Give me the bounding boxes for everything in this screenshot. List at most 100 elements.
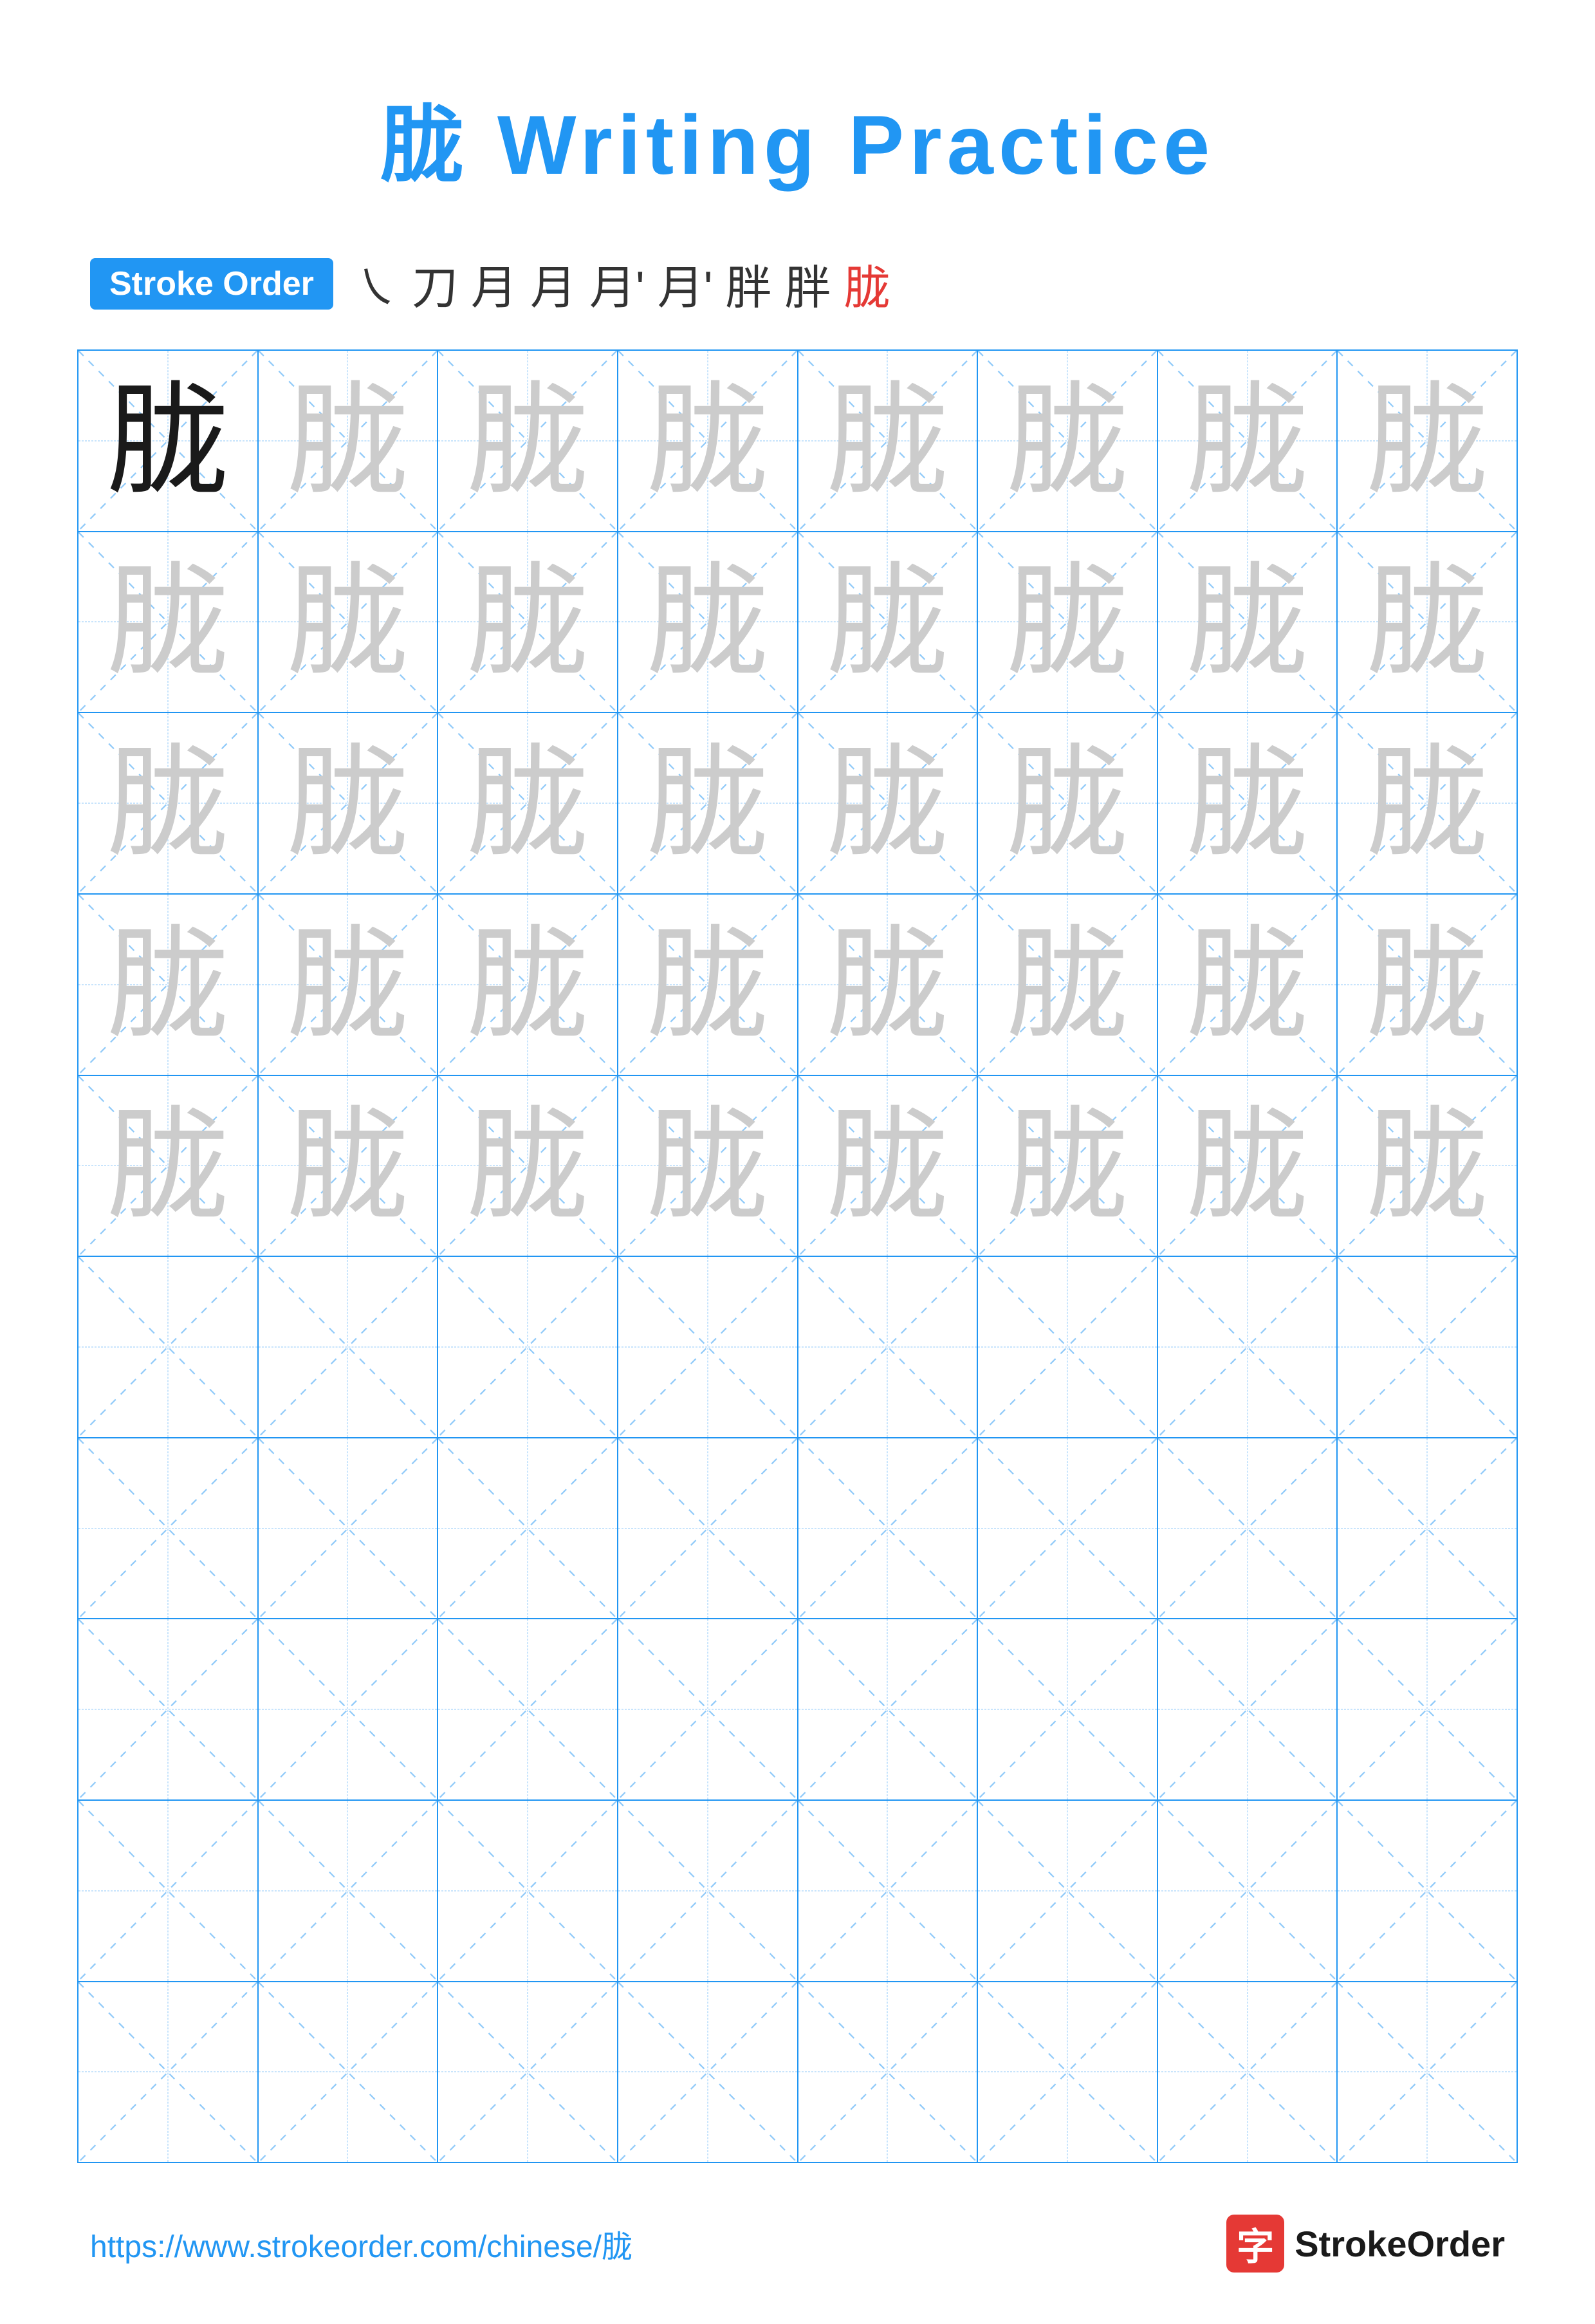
grid-cell-3-3[interactable]: 胧 xyxy=(618,895,798,1075)
grid-cell-0-1[interactable]: 胧 xyxy=(259,351,439,531)
grid-cell-2-3[interactable]: 胧 xyxy=(618,713,798,893)
grid-cell-6-4[interactable] xyxy=(798,1438,979,1619)
grid-cell-1-6[interactable]: 胧 xyxy=(1158,532,1338,712)
grid-cell-3-6[interactable]: 胧 xyxy=(1158,895,1338,1075)
grid-cell-6-1[interactable] xyxy=(259,1438,439,1619)
grid-row-7 xyxy=(78,1619,1517,1801)
grid-cell-4-2[interactable]: 胧 xyxy=(438,1076,618,1256)
grid-cell-9-4[interactable] xyxy=(798,1982,979,2162)
grid-cell-1-2[interactable]: 胧 xyxy=(438,532,618,712)
grid-row-0: 胧 胧 胧 胧 胧 胧 胧 胧 xyxy=(78,351,1517,532)
char-4-3: 胧 xyxy=(647,1104,769,1227)
page: 胧 Writing Practice Stroke Order ㇏刀月月月'月'… xyxy=(0,0,1595,2324)
char-1-5: 胧 xyxy=(1006,561,1129,683)
grid-cell-7-4[interactable] xyxy=(798,1619,979,1799)
grid-cell-5-7[interactable] xyxy=(1338,1257,1517,1437)
grid-cell-8-0[interactable] xyxy=(78,1801,259,1981)
grid-cell-9-6[interactable] xyxy=(1158,1982,1338,2162)
grid-cell-0-7[interactable]: 胧 xyxy=(1338,351,1517,531)
grid-cell-5-5[interactable] xyxy=(978,1257,1158,1437)
grid-cell-1-0[interactable]: 胧 xyxy=(78,532,259,712)
grid-cell-2-2[interactable]: 胧 xyxy=(438,713,618,893)
grid-cell-8-1[interactable] xyxy=(259,1801,439,1981)
grid-cell-7-5[interactable] xyxy=(978,1619,1158,1799)
grid-cell-9-7[interactable] xyxy=(1338,1982,1517,2162)
char-2-1: 胧 xyxy=(286,742,409,864)
grid-cell-8-5[interactable] xyxy=(978,1801,1158,1981)
grid-cell-8-7[interactable] xyxy=(1338,1801,1517,1981)
grid-cell-7-2[interactable] xyxy=(438,1619,618,1799)
grid-cell-4-1[interactable]: 胧 xyxy=(259,1076,439,1256)
char-4-5: 胧 xyxy=(1006,1104,1129,1227)
grid-cell-2-6[interactable]: 胧 xyxy=(1158,713,1338,893)
grid-cell-1-5[interactable]: 胧 xyxy=(978,532,1158,712)
grid-cell-5-0[interactable] xyxy=(78,1257,259,1437)
grid-cell-8-4[interactable] xyxy=(798,1801,979,1981)
grid-cell-3-5[interactable]: 胧 xyxy=(978,895,1158,1075)
grid-cell-0-0[interactable]: 胧 xyxy=(78,351,259,531)
char-2-4: 胧 xyxy=(826,742,948,864)
grid-cell-0-2[interactable]: 胧 xyxy=(438,351,618,531)
grid-cell-6-5[interactable] xyxy=(978,1438,1158,1619)
grid-cell-3-7[interactable]: 胧 xyxy=(1338,895,1517,1075)
grid-cell-8-2[interactable] xyxy=(438,1801,618,1981)
stroke-sequence: ㇏刀月月月'月'胖胖胧 xyxy=(353,250,890,317)
grid-cell-0-4[interactable]: 胧 xyxy=(798,351,979,531)
grid-cell-5-6[interactable] xyxy=(1158,1257,1338,1437)
grid-cell-5-2[interactable] xyxy=(438,1257,618,1437)
grid-cell-7-1[interactable] xyxy=(259,1619,439,1799)
grid-cell-7-3[interactable] xyxy=(618,1619,798,1799)
char-2-0: 胧 xyxy=(107,742,229,864)
grid-cell-2-0[interactable]: 胧 xyxy=(78,713,259,893)
grid-cell-7-0[interactable] xyxy=(78,1619,259,1799)
grid-row-5 xyxy=(78,1257,1517,1438)
grid-cell-3-4[interactable]: 胧 xyxy=(798,895,979,1075)
grid-cell-8-3[interactable] xyxy=(618,1801,798,1981)
grid-cell-6-2[interactable] xyxy=(438,1438,618,1619)
grid-cell-4-5[interactable]: 胧 xyxy=(978,1076,1158,1256)
grid-cell-2-4[interactable]: 胧 xyxy=(798,713,979,893)
char-4-4: 胧 xyxy=(826,1104,948,1227)
grid-cell-1-4[interactable]: 胧 xyxy=(798,532,979,712)
grid-cell-2-1[interactable]: 胧 xyxy=(259,713,439,893)
grid-cell-2-7[interactable]: 胧 xyxy=(1338,713,1517,893)
grid-cell-9-0[interactable] xyxy=(78,1982,259,2162)
grid-cell-0-3[interactable]: 胧 xyxy=(618,351,798,531)
grid-cell-6-3[interactable] xyxy=(618,1438,798,1619)
grid-cell-9-3[interactable] xyxy=(618,1982,798,2162)
grid-cell-5-3[interactable] xyxy=(618,1257,798,1437)
char-0-4: 胧 xyxy=(826,380,948,502)
page-title: 胧 Writing Practice xyxy=(380,77,1215,198)
grid-cell-6-7[interactable] xyxy=(1338,1438,1517,1619)
grid-cell-3-0[interactable]: 胧 xyxy=(78,895,259,1075)
grid-cell-4-7[interactable]: 胧 xyxy=(1338,1076,1517,1256)
grid-cell-8-6[interactable] xyxy=(1158,1801,1338,1981)
grid-cell-5-4[interactable] xyxy=(798,1257,979,1437)
char-3-6: 胧 xyxy=(1186,924,1309,1046)
stroke-step-5: 月' xyxy=(658,250,713,317)
grid-cell-0-5[interactable]: 胧 xyxy=(978,351,1158,531)
char-4-1: 胧 xyxy=(286,1104,409,1227)
grid-cell-7-6[interactable] xyxy=(1158,1619,1338,1799)
grid-cell-7-7[interactable] xyxy=(1338,1619,1517,1799)
grid-cell-4-6[interactable]: 胧 xyxy=(1158,1076,1338,1256)
grid-cell-5-1[interactable] xyxy=(259,1257,439,1437)
grid-cell-2-5[interactable]: 胧 xyxy=(978,713,1158,893)
char-0-7: 胧 xyxy=(1366,380,1488,502)
grid-cell-1-7[interactable]: 胧 xyxy=(1338,532,1517,712)
grid-cell-0-6[interactable]: 胧 xyxy=(1158,351,1338,531)
grid-cell-4-3[interactable]: 胧 xyxy=(618,1076,798,1256)
grid-cell-1-1[interactable]: 胧 xyxy=(259,532,439,712)
grid-cell-1-3[interactable]: 胧 xyxy=(618,532,798,712)
grid-cell-6-0[interactable] xyxy=(78,1438,259,1619)
grid-cell-4-0[interactable]: 胧 xyxy=(78,1076,259,1256)
grid-cell-9-1[interactable] xyxy=(259,1982,439,2162)
grid-cell-9-2[interactable] xyxy=(438,1982,618,2162)
grid-cell-9-5[interactable] xyxy=(978,1982,1158,2162)
grid-cell-3-1[interactable]: 胧 xyxy=(259,895,439,1075)
grid-cell-3-2[interactable]: 胧 xyxy=(438,895,618,1075)
grid-cell-4-4[interactable]: 胧 xyxy=(798,1076,979,1256)
char-4-7: 胧 xyxy=(1366,1104,1488,1227)
char-1-3: 胧 xyxy=(647,561,769,683)
grid-cell-6-6[interactable] xyxy=(1158,1438,1338,1619)
